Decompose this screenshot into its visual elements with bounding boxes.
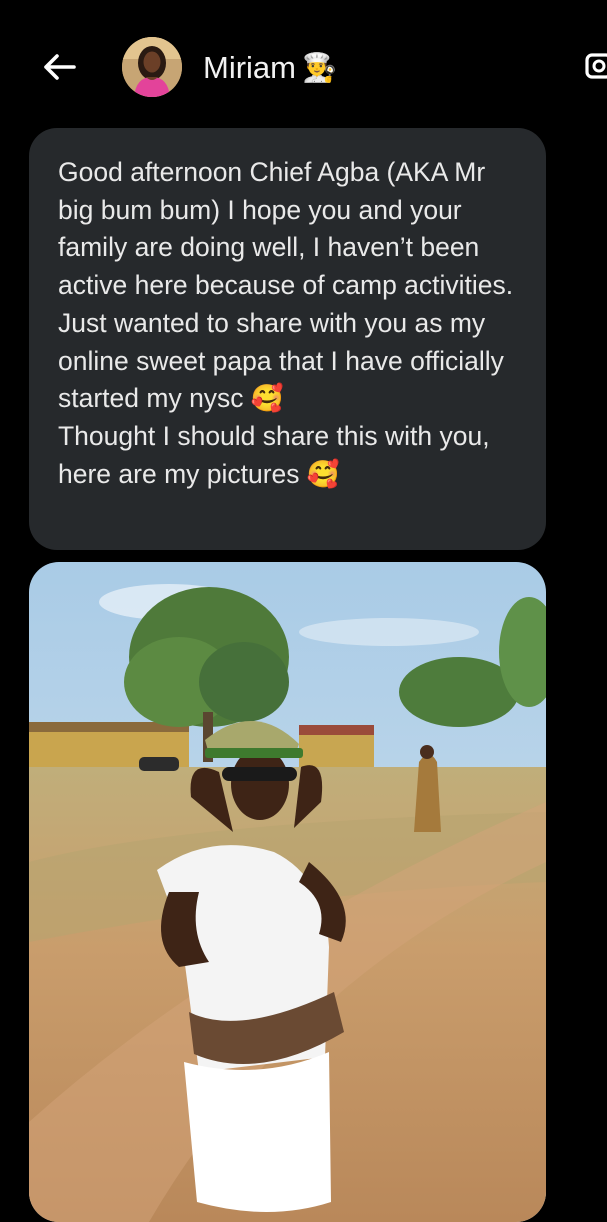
contact-avatar[interactable] (122, 37, 182, 97)
avatar-image (122, 37, 182, 97)
contact-title[interactable]: Miriam 👨‍🍳 (203, 48, 337, 88)
message-text: Good afternoon Chief Agba (AKA Mr big bu… (58, 157, 514, 489)
chat-header: Miriam 👨‍🍳 (0, 0, 607, 120)
video-call-button[interactable] (584, 52, 607, 80)
attached-photo (29, 562, 546, 1222)
arrow-left-icon (44, 54, 76, 80)
contact-name: Miriam (203, 50, 296, 85)
back-button[interactable] (38, 46, 80, 88)
message-bubble[interactable]: Good afternoon Chief Agba (AKA Mr big bu… (29, 128, 546, 550)
photo-attachment[interactable] (29, 562, 546, 1222)
chef-emoji: 👨‍🍳 (302, 52, 337, 83)
video-camera-icon (585, 53, 607, 79)
